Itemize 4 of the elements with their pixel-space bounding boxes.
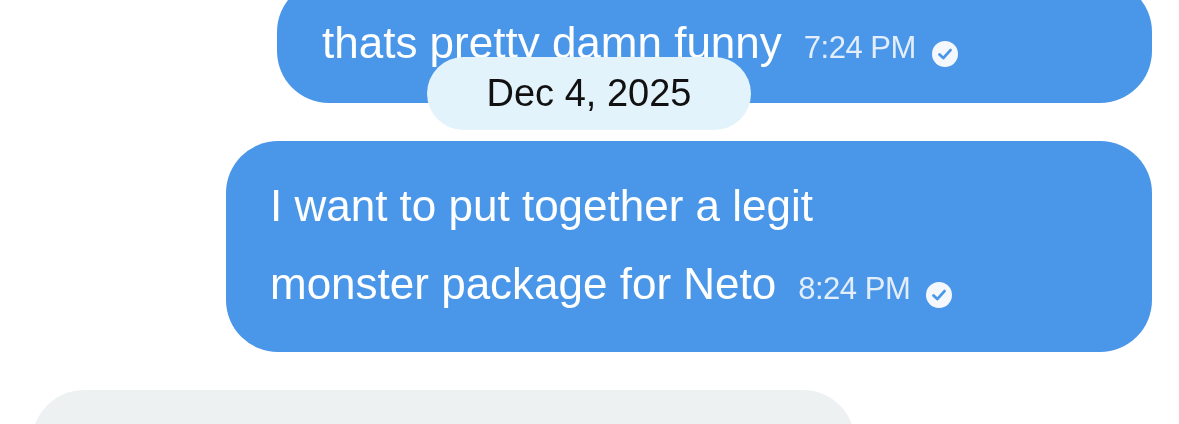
message-text: monster package for Neto <box>270 258 777 310</box>
timestamp: 8:24 PM <box>798 270 911 308</box>
timestamp: 7:24 PM <box>803 29 916 67</box>
message-text: I want to put together a legit <box>270 180 814 232</box>
